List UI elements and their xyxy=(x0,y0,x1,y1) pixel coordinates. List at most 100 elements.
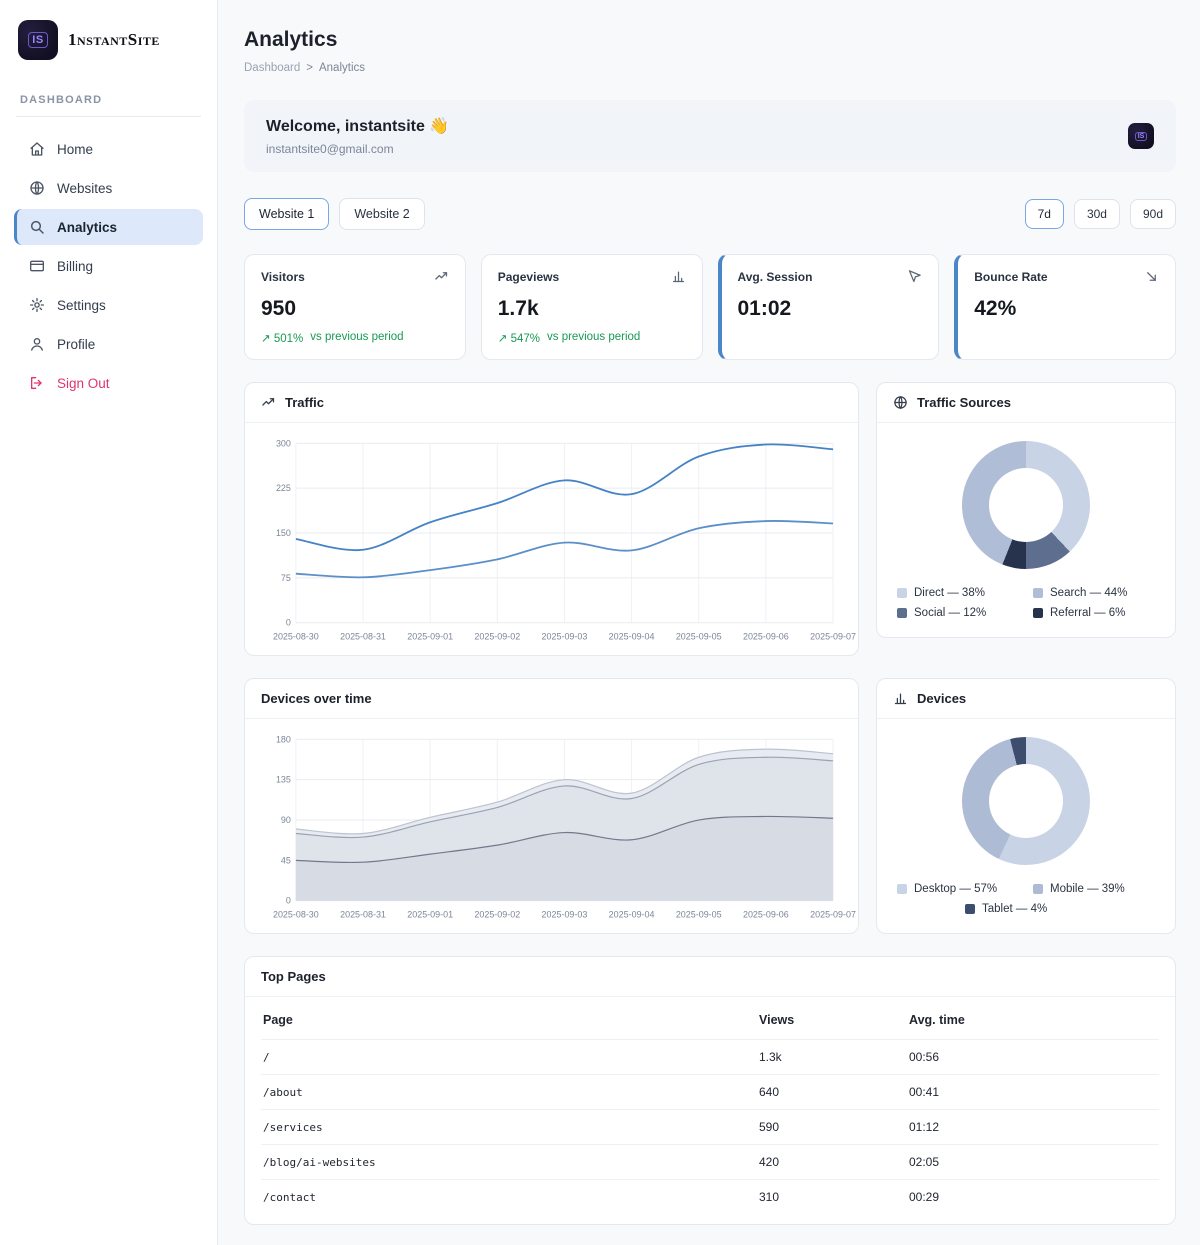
svg-text:2025-09-04: 2025-09-04 xyxy=(609,910,655,920)
svg-text:2025-09-01: 2025-09-01 xyxy=(407,910,453,920)
traffic-card-title: Traffic xyxy=(285,395,324,410)
traffic-sources-legend: Direct — 38% Search — 44% Social — 12% Refe… xyxy=(877,581,1175,637)
svg-text:2025-08-30: 2025-08-30 xyxy=(273,910,319,920)
svg-text:45: 45 xyxy=(281,855,291,865)
traffic-card: Traffic 2025-08-302025-08-312025-09-0120… xyxy=(244,382,859,656)
filter-row: Website 1 Website 2 7d 30d 90d xyxy=(244,198,1176,230)
credit-card-icon xyxy=(29,258,45,274)
svg-text:2025-09-01: 2025-09-01 xyxy=(407,632,453,642)
sidebar-item-label: Billing xyxy=(57,259,93,274)
top-pages-table: Page Views Avg. time /1.3k00:56/about640… xyxy=(245,997,1175,1224)
sidebar-item-label: Home xyxy=(57,142,93,157)
legend-label: Direct — 38% xyxy=(914,587,985,599)
wave-emoji: 👋 xyxy=(429,118,449,135)
svg-text:2025-08-30: 2025-08-30 xyxy=(273,632,319,642)
svg-text:2025-09-07: 2025-09-07 xyxy=(810,910,856,920)
table-row: /1.3k00:56 xyxy=(261,1040,1159,1075)
legend-item: Referral — 6% xyxy=(1033,607,1155,619)
legend-item: Tablet — 4% xyxy=(965,903,1087,915)
breadcrumb-current: Analytics xyxy=(319,62,365,74)
stat-delta-note: vs previous period xyxy=(310,331,403,345)
svg-text:150: 150 xyxy=(276,528,291,538)
svg-text:225: 225 xyxy=(276,483,291,493)
traffic-line-chart: 2025-08-302025-08-312025-09-012025-09-02… xyxy=(260,435,843,649)
stat-value: 01:02 xyxy=(738,297,923,321)
svg-text:2025-09-06: 2025-09-06 xyxy=(743,910,789,920)
sidebar-item-billing[interactable]: Billing xyxy=(14,248,203,284)
views-value: 1.3k xyxy=(759,1050,909,1064)
logo-glyph: IS xyxy=(28,32,47,48)
legend-label: Search — 44% xyxy=(1050,587,1127,599)
sign-out-icon xyxy=(29,375,45,391)
svg-text:2025-09-05: 2025-09-05 xyxy=(676,632,722,642)
sidebar-item-label: Analytics xyxy=(57,220,117,235)
sidebar-item-label: Profile xyxy=(57,337,95,352)
top-pages-card: Top Pages Page Views Avg. time /1.3k00:5… xyxy=(244,956,1176,1225)
bar-chart-icon xyxy=(893,691,908,706)
stat-label: Pageviews xyxy=(498,270,559,284)
svg-text:2025-09-05: 2025-09-05 xyxy=(676,910,722,920)
range-30d-button[interactable]: 30d xyxy=(1074,199,1120,229)
stat-label: Avg. Session xyxy=(738,270,813,284)
sidebar: IS 1nstantSite DASHBOARD Home Websites xyxy=(0,0,218,1245)
page-title: Analytics xyxy=(244,28,1176,52)
stat-value: 950 xyxy=(261,297,449,321)
sidebar-item-label: Sign Out xyxy=(57,376,110,391)
page-path: /blog/ai-websites xyxy=(263,1156,759,1169)
devices-donut xyxy=(962,737,1090,865)
breadcrumb-root[interactable]: Dashboard xyxy=(244,62,300,74)
svg-text:135: 135 xyxy=(276,775,291,785)
stat-label: Bounce Rate xyxy=(974,270,1047,284)
globe-icon xyxy=(893,395,908,410)
charts-row-2: Devices over time 2025-08-302025-08-3120… xyxy=(244,678,1176,934)
sidebar-item-profile[interactable]: Profile xyxy=(14,326,203,362)
legend-swatch xyxy=(1033,884,1043,894)
stat-label: Visitors xyxy=(261,270,305,284)
range-7d-button[interactable]: 7d xyxy=(1025,199,1064,229)
devices-legend: Desktop — 57%Mobile — 39%Tablet — 4% xyxy=(877,877,1175,933)
sidebar-item-settings[interactable]: Settings xyxy=(14,287,203,323)
sidebar-item-home[interactable]: Home xyxy=(14,131,203,167)
legend-item: Social — 12% xyxy=(897,607,1019,619)
sidebar-item-analytics[interactable]: Analytics xyxy=(14,209,203,245)
svg-text:2025-08-31: 2025-08-31 xyxy=(340,910,386,920)
legend-swatch xyxy=(1033,588,1043,598)
sidebar-item-label: Settings xyxy=(57,298,106,313)
stat-card-bounce-rate: Bounce Rate 42% xyxy=(954,254,1176,360)
person-icon xyxy=(29,336,45,352)
welcome-text: Welcome, instantsite 👋 instantsite0@gmai… xyxy=(266,116,449,156)
legend-item: Search — 44% xyxy=(1033,587,1155,599)
legend-swatch xyxy=(897,588,907,598)
trend-up-icon xyxy=(261,395,276,410)
stat-delta-note: vs previous period xyxy=(547,331,640,345)
search-icon xyxy=(29,219,45,235)
website-2-button[interactable]: Website 2 xyxy=(339,198,424,230)
views-value: 420 xyxy=(759,1155,909,1169)
svg-text:2025-09-03: 2025-09-03 xyxy=(542,910,588,920)
home-icon xyxy=(29,141,45,157)
svg-text:2025-09-04: 2025-09-04 xyxy=(609,632,655,642)
table-header-row: Page Views Avg. time xyxy=(261,1001,1159,1040)
traffic-sources-card-title: Traffic Sources xyxy=(917,395,1011,410)
welcome-greeting: Welcome, instantsite 👋 xyxy=(266,116,449,136)
sidebar-section-label: DASHBOARD xyxy=(14,94,203,106)
brand: IS 1nstantSite xyxy=(14,18,203,62)
avg-time-value: 00:56 xyxy=(909,1050,1157,1064)
legend-swatch xyxy=(897,608,907,618)
bar-chart-icon xyxy=(671,269,686,284)
legend-label: Tablet — 4% xyxy=(982,903,1047,915)
sidebar-item-websites[interactable]: Websites xyxy=(14,170,203,206)
table-row: /contact31000:29 xyxy=(261,1180,1159,1214)
website-1-button[interactable]: Website 1 xyxy=(244,198,329,230)
legend-item: Desktop — 57% xyxy=(897,883,1019,895)
range-90d-button[interactable]: 90d xyxy=(1130,199,1176,229)
legend-label: Desktop — 57% xyxy=(914,883,997,895)
top-pages-body: /1.3k00:56/about64000:41/services59001:1… xyxy=(261,1040,1159,1214)
sidebar-item-sign-out[interactable]: Sign Out xyxy=(14,365,203,401)
gear-icon xyxy=(29,297,45,313)
table-row: /blog/ai-websites42002:05 xyxy=(261,1145,1159,1180)
legend-swatch xyxy=(1033,608,1043,618)
table-row: /about64000:41 xyxy=(261,1075,1159,1110)
sidebar-divider xyxy=(16,116,201,117)
page-path: /services xyxy=(263,1121,759,1134)
